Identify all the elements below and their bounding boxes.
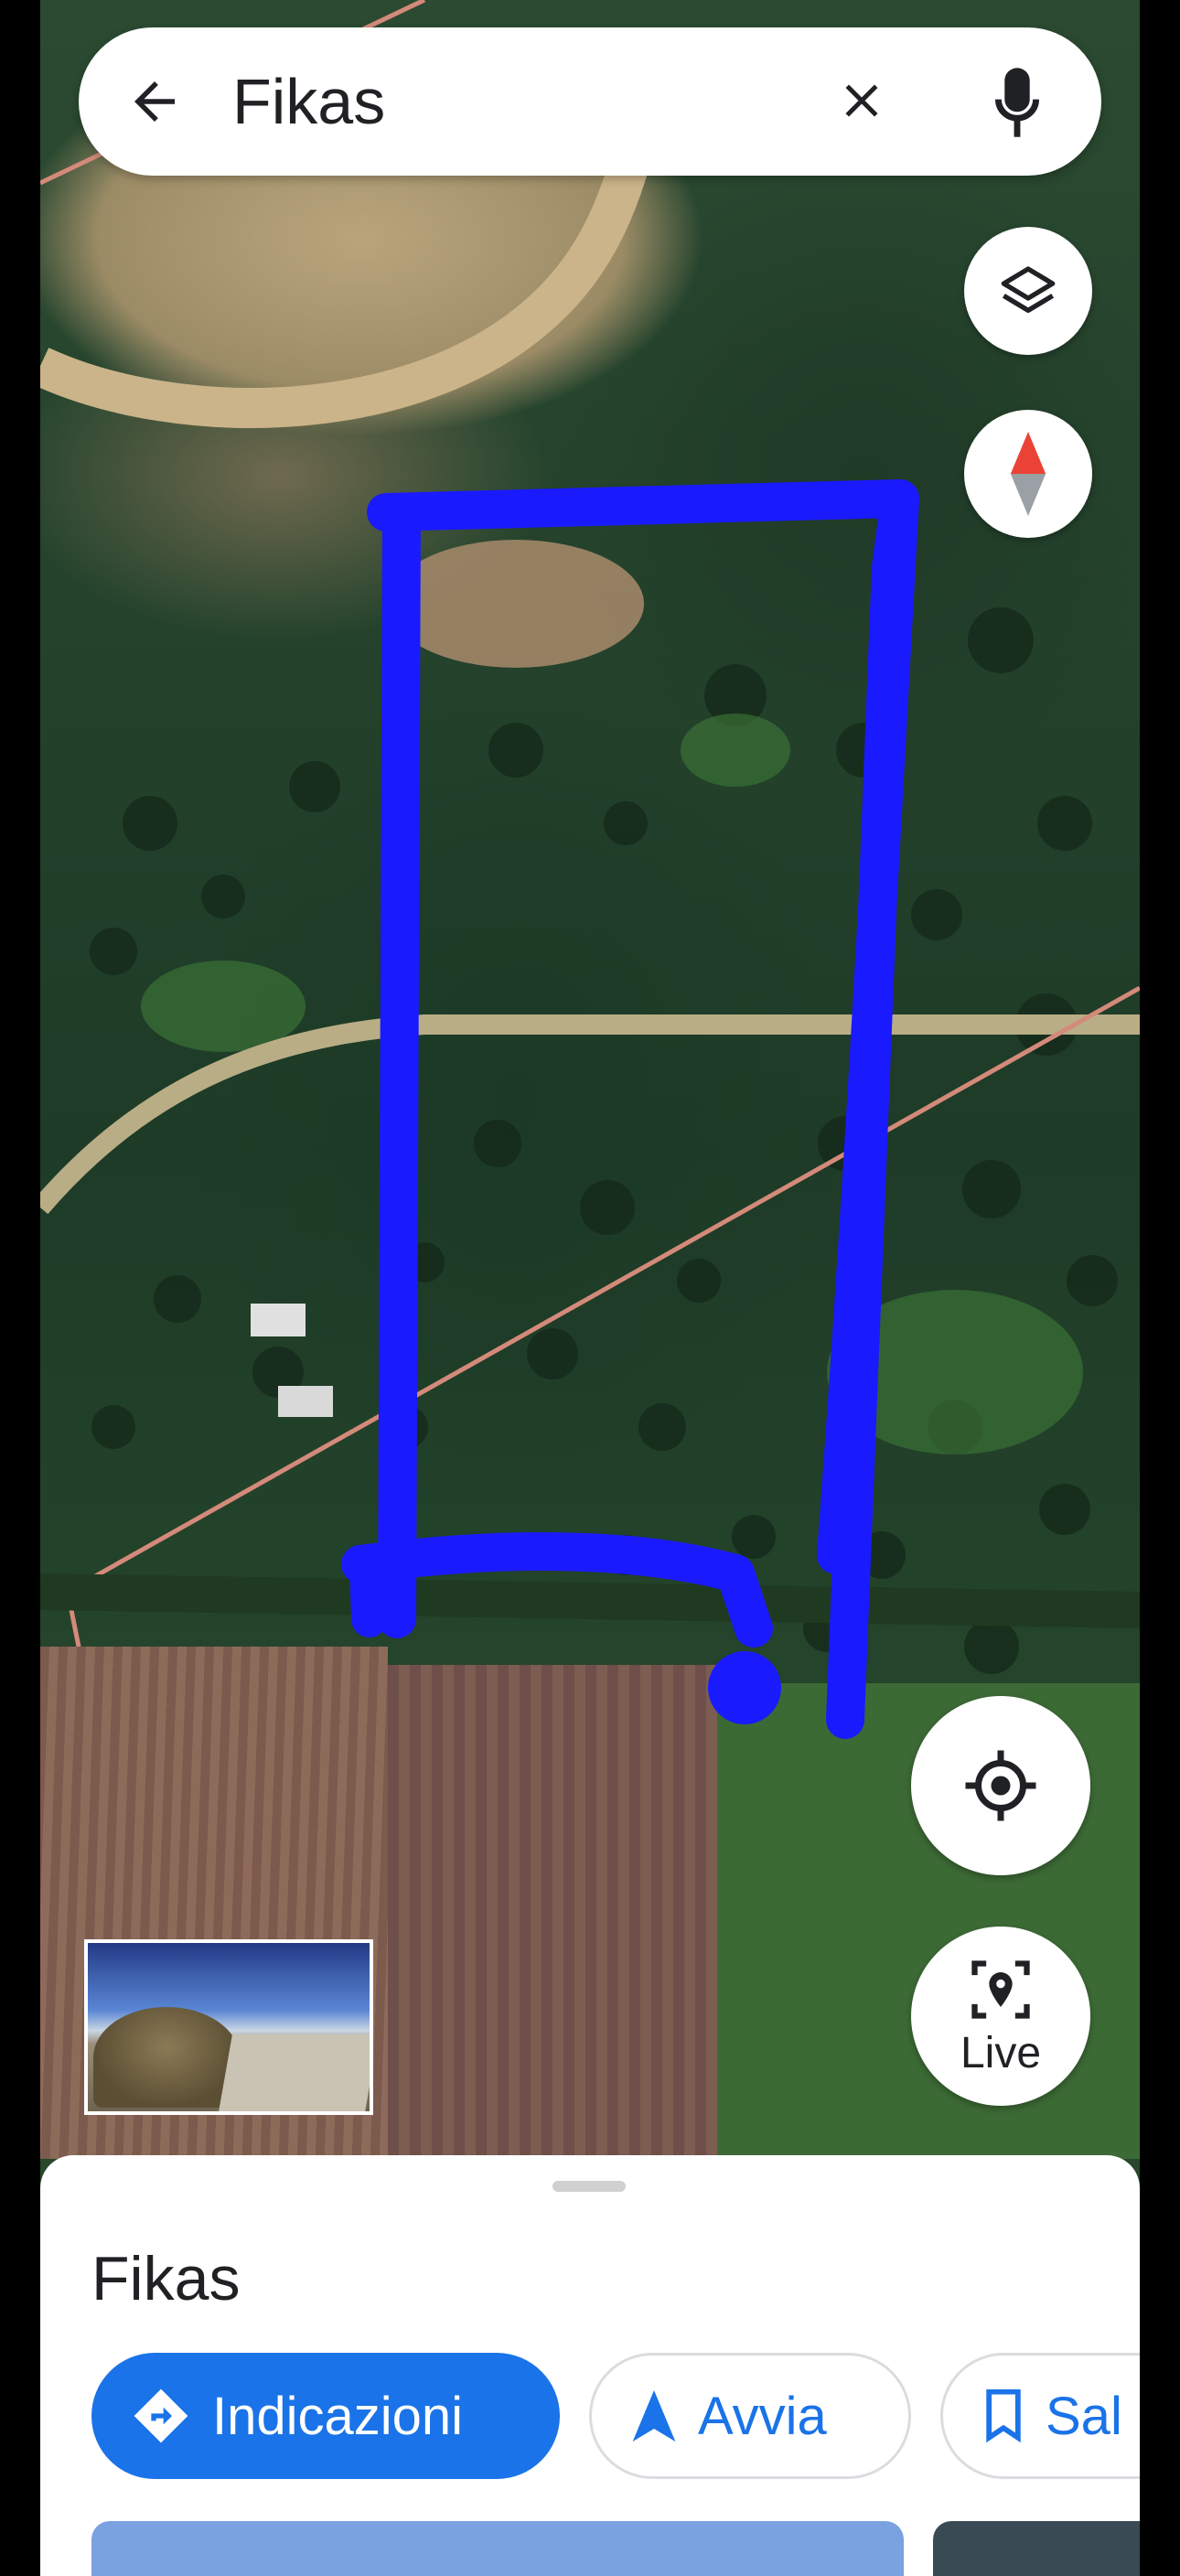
- bookmark-icon: [986, 2389, 1021, 2442]
- search-bar[interactable]: Fikas: [79, 27, 1101, 176]
- layers-button[interactable]: [964, 227, 1092, 355]
- place-bottom-sheet[interactable]: Fikas Indicazioni Avvia Sal: [40, 2155, 1140, 2576]
- place-title: Fikas: [91, 2244, 241, 2313]
- layers-icon: [1001, 266, 1056, 313]
- directions-icon: [134, 2388, 188, 2443]
- compass-button[interactable]: [964, 410, 1092, 538]
- start-label: Avvia: [698, 2386, 827, 2446]
- my-location-icon: [965, 1750, 1036, 1821]
- arrow-back-icon[interactable]: [124, 71, 185, 132]
- navigation-arrow-icon: [632, 2390, 676, 2442]
- place-photo[interactable]: [933, 2521, 1140, 2576]
- directions-label: Indicazioni: [212, 2386, 464, 2446]
- start-navigation-button[interactable]: Avvia: [589, 2353, 911, 2479]
- close-icon[interactable]: [834, 73, 889, 128]
- save-button[interactable]: Sal: [940, 2353, 1140, 2479]
- mic-icon[interactable]: [995, 68, 1039, 137]
- live-view-icon: [971, 1959, 1030, 2019]
- search-query[interactable]: Fikas: [232, 62, 385, 141]
- live-label: Live: [960, 2028, 1042, 2077]
- live-view-button[interactable]: Live: [911, 1927, 1090, 2106]
- my-location-button[interactable]: [911, 1696, 1090, 1875]
- directions-button[interactable]: Indicazioni: [91, 2353, 560, 2479]
- compass-icon: [1010, 432, 1046, 516]
- drag-handle[interactable]: [552, 2181, 626, 2192]
- save-label: Sal: [1046, 2386, 1122, 2446]
- place-photo[interactable]: [91, 2521, 904, 2576]
- street-view-thumbnail[interactable]: [84, 1939, 373, 2115]
